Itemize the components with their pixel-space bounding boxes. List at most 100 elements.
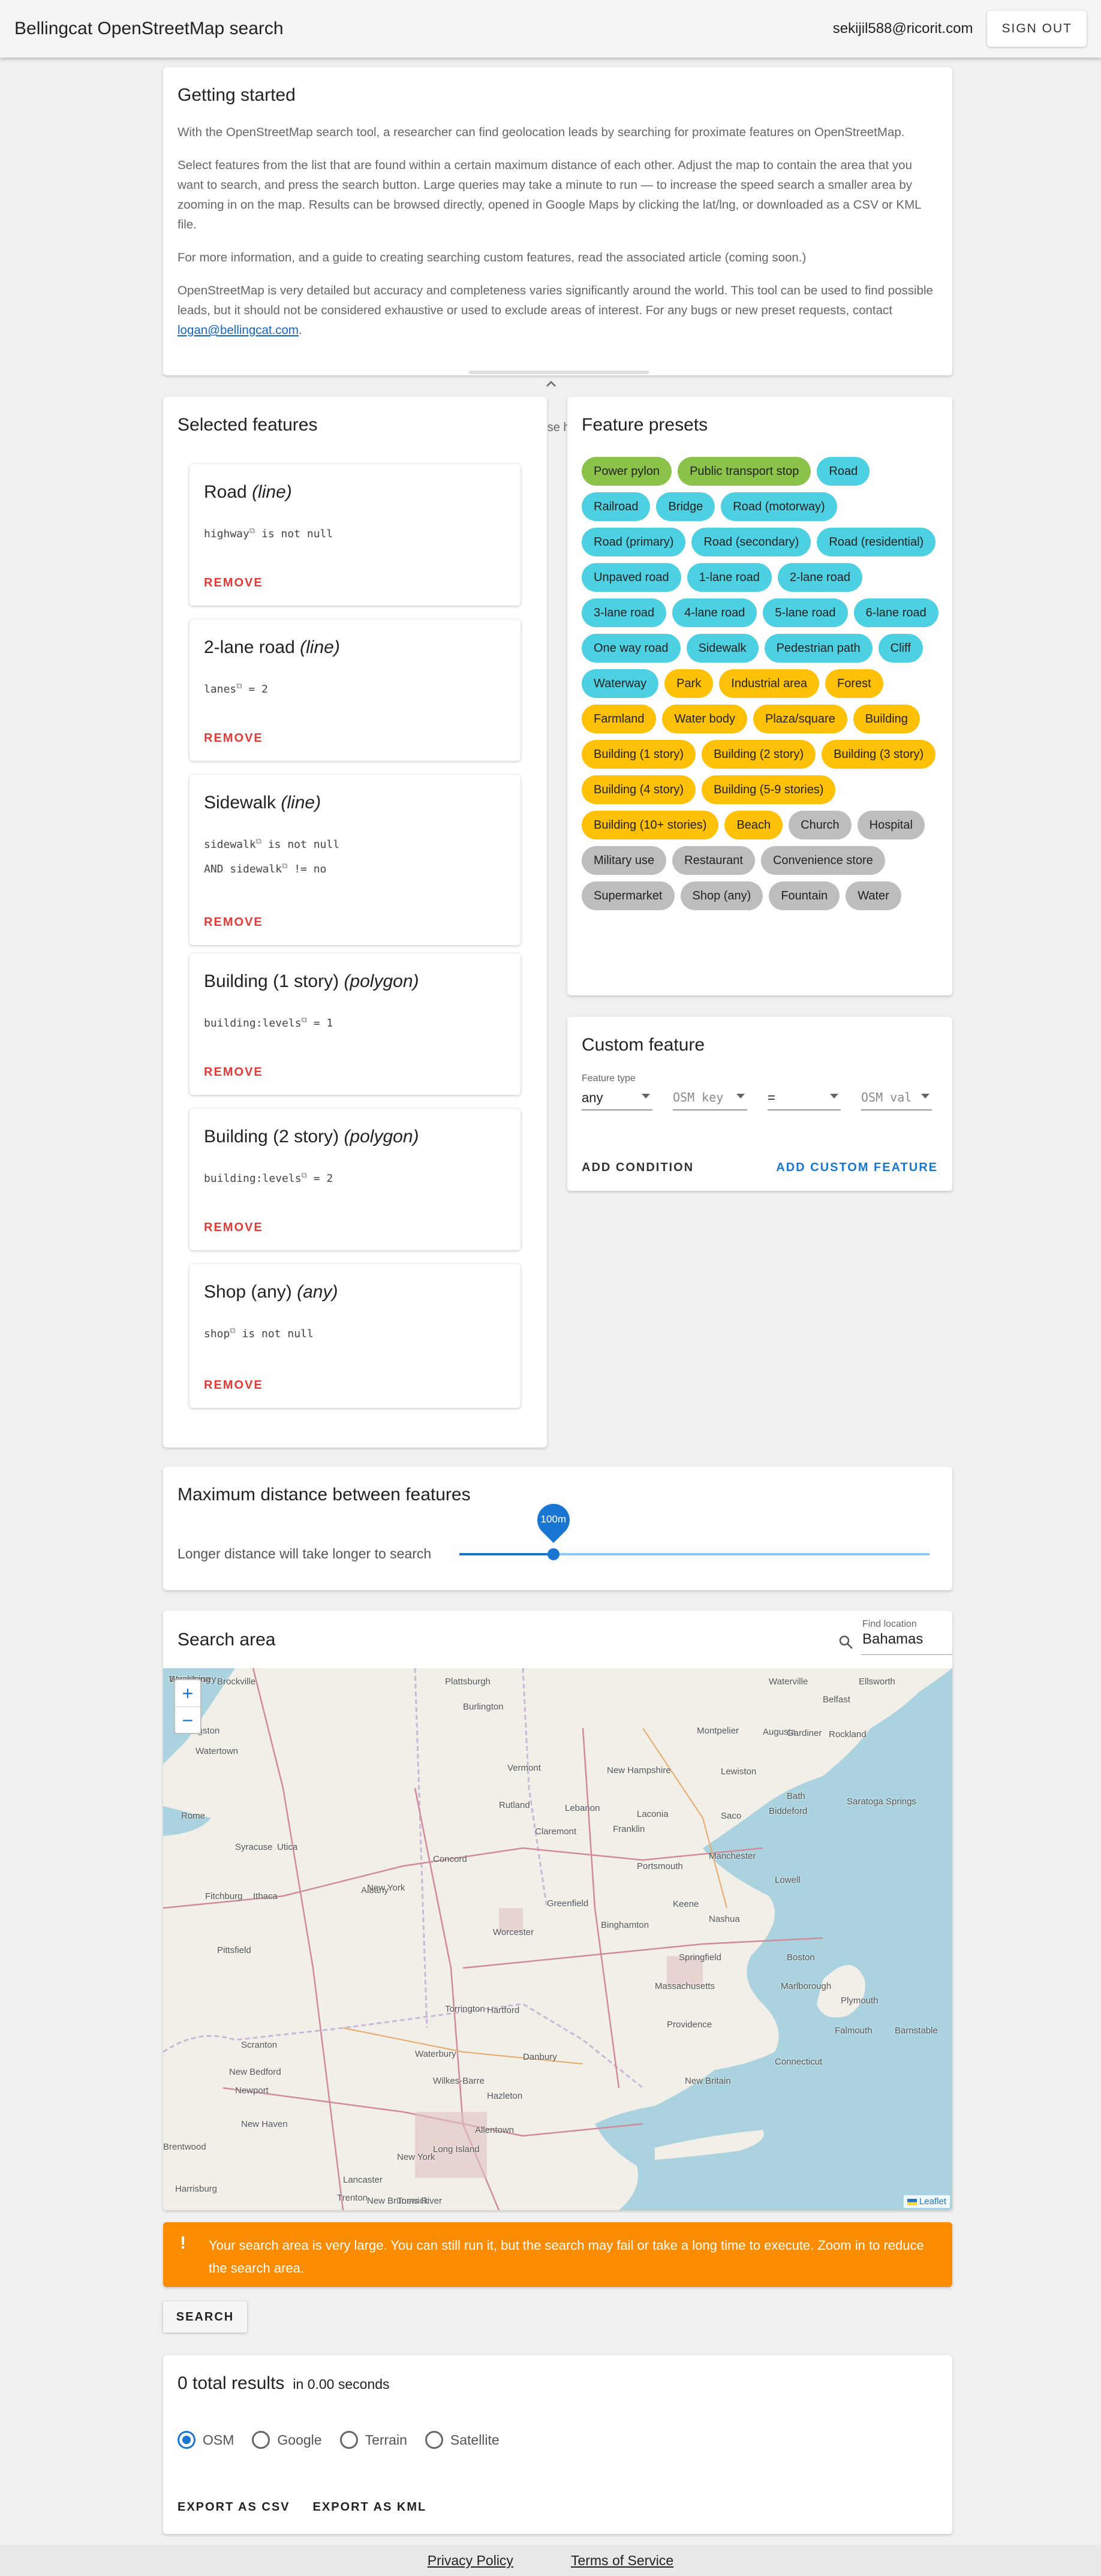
map-layer-radio-google[interactable]: Google <box>252 2431 322 2449</box>
sign-out-button[interactable]: SIGN OUT <box>987 11 1087 47</box>
osm-key-link[interactable]: shop <box>204 1328 230 1340</box>
distance-slider-track[interactable] <box>459 1553 929 1555</box>
osm-key-link[interactable]: sidewalk <box>204 838 256 851</box>
export-kml-button[interactable]: EXPORT AS KML <box>313 2500 427 2514</box>
external-link-icon[interactable]: ⧉ <box>282 862 287 871</box>
preset-chip[interactable]: Road (residential) <box>817 528 936 556</box>
preset-chip[interactable]: Shop (any) <box>680 881 763 910</box>
preset-chip[interactable]: Sidewalk <box>686 634 759 663</box>
zoom-out-button[interactable]: − <box>175 1707 200 1733</box>
leaflet-attribution[interactable]: Leaflet <box>903 2195 950 2208</box>
distance-slider-thumb[interactable] <box>547 1548 559 1560</box>
preset-chip[interactable]: 6-lane road <box>853 598 938 627</box>
map-place-label: Falmouth <box>835 2026 873 2036</box>
preset-chip[interactable]: Water body <box>662 705 748 733</box>
leaflet-link[interactable]: Leaflet <box>919 2196 946 2207</box>
preset-chip[interactable]: Road (primary) <box>582 528 686 556</box>
preset-chip[interactable]: Building (5-9 stories) <box>702 775 836 804</box>
map-place-label: Newport <box>235 2086 269 2096</box>
preset-chip[interactable]: Restaurant <box>672 846 755 875</box>
preset-chip[interactable]: Fountain <box>769 881 840 910</box>
preset-chip[interactable]: Water <box>846 881 901 910</box>
preset-chip[interactable]: 2-lane road <box>777 563 863 592</box>
search-button[interactable]: SEARCH <box>163 2301 247 2333</box>
remove-feature-button[interactable]: REMOVE <box>204 1379 263 1392</box>
preset-chip[interactable]: Cliff <box>878 634 923 663</box>
condition-text: is not null <box>261 838 340 851</box>
external-link-icon[interactable]: ⧉ <box>230 1326 235 1335</box>
preset-chip[interactable]: 1-lane road <box>687 563 772 592</box>
map-layer-radio-osm[interactable]: OSM <box>178 2431 234 2449</box>
remove-feature-button[interactable]: REMOVE <box>204 1066 263 1079</box>
preset-chip[interactable]: Building (2 story) <box>702 740 816 769</box>
preset-chip[interactable]: 3-lane road <box>582 598 667 627</box>
feature-type-select[interactable]: any <box>582 1087 652 1111</box>
preset-chip[interactable]: Road <box>817 457 870 486</box>
preset-chip[interactable]: Beach <box>724 811 783 839</box>
preset-chip[interactable]: Pedestrian path <box>764 634 873 663</box>
chevron-up-icon[interactable] <box>546 375 556 391</box>
zoom-in-button[interactable]: + <box>175 1680 200 1707</box>
preset-chip[interactable]: Convenience store <box>760 846 885 875</box>
preset-chip[interactable]: Military use <box>582 846 667 875</box>
privacy-policy-link[interactable]: Privacy Policy <box>428 2553 513 2569</box>
preset-chip[interactable]: Bridge <box>656 492 715 521</box>
preset-chip[interactable]: Power pylon <box>582 457 672 486</box>
radio-circle-icon[interactable] <box>178 2431 195 2449</box>
close-help-bar[interactable] <box>469 371 649 374</box>
preset-chip[interactable]: Building <box>853 705 920 733</box>
operator-select[interactable]: = <box>768 1087 841 1111</box>
preset-chip[interactable]: Building (4 story) <box>582 775 696 804</box>
add-condition-button[interactable]: ADD CONDITION <box>582 1161 694 1175</box>
external-link-icon[interactable]: ⧉ <box>256 837 261 846</box>
remove-feature-button[interactable]: REMOVE <box>204 576 263 590</box>
external-link-icon[interactable]: ⧉ <box>249 526 255 535</box>
find-location-input[interactable]: Bahamas <box>861 1631 952 1655</box>
preset-chip[interactable]: Building (1 story) <box>582 740 696 769</box>
preset-chip[interactable]: One way road <box>582 634 681 663</box>
map-place-label: Saratoga Springs <box>847 1796 916 1807</box>
remove-feature-button[interactable]: REMOVE <box>204 1221 263 1235</box>
external-link-icon[interactable]: ⧉ <box>302 1171 307 1180</box>
preset-chip[interactable]: Railroad <box>582 492 651 521</box>
remove-feature-button[interactable]: REMOVE <box>204 916 263 929</box>
preset-chip[interactable]: Road (motorway) <box>721 492 837 521</box>
preset-chip[interactable]: Unpaved road <box>582 563 681 592</box>
external-link-icon[interactable]: ⧉ <box>302 1016 307 1025</box>
contact-email-link[interactable]: logan@bellingcat.com <box>178 323 299 337</box>
map-place-label: Rome <box>181 1811 206 1821</box>
search-area-map[interactable]: Brockville Plattsburgh Waterville Belfast El… <box>163 1668 952 2210</box>
preset-chip[interactable]: Waterway <box>582 669 659 698</box>
map-place-label: Allentown <box>475 2125 515 2135</box>
preset-chip[interactable]: Hospital <box>857 811 925 839</box>
preset-chip[interactable]: Forest <box>825 669 883 698</box>
osm-key-link[interactable]: highway <box>204 528 249 540</box>
preset-chip[interactable]: Plaza/square <box>753 705 847 733</box>
preset-chip[interactable]: Supermarket <box>582 881 675 910</box>
preset-chip[interactable]: Public transport stop <box>678 457 811 486</box>
preset-chip[interactable]: Industrial area <box>719 669 820 698</box>
osm-key-select[interactable]: OSM key <box>673 1087 747 1111</box>
preset-chip[interactable]: Building (3 story) <box>822 740 936 769</box>
map-layer-radio-terrain[interactable]: Terrain <box>339 2431 407 2449</box>
preset-chip[interactable]: Building (10+ stories) <box>582 811 719 839</box>
add-custom-feature-button[interactable]: ADD CUSTOM FEATURE <box>776 1161 938 1175</box>
preset-chip[interactable]: 4-lane road <box>672 598 757 627</box>
osm-key-link[interactable]: lanes <box>204 683 236 696</box>
osm-key-link[interactable]: building:levels <box>204 1172 302 1185</box>
remove-feature-button[interactable]: REMOVE <box>204 732 263 745</box>
preset-chip[interactable]: Church <box>789 811 852 839</box>
radio-circle-icon[interactable] <box>425 2431 443 2449</box>
preset-chip[interactable]: Park <box>664 669 714 698</box>
preset-chip[interactable]: Road (secondary) <box>691 528 811 556</box>
preset-chip[interactable]: 5-lane road <box>763 598 848 627</box>
osm-key-link[interactable]: sidewalk <box>230 863 282 875</box>
preset-chip[interactable]: Farmland <box>582 705 657 733</box>
radio-circle-icon[interactable] <box>339 2431 358 2449</box>
export-csv-button[interactable]: EXPORT AS CSV <box>178 2500 290 2514</box>
map-layer-radio-satellite[interactable]: Satellite <box>425 2431 500 2449</box>
radio-circle-icon[interactable] <box>252 2431 270 2449</box>
osm-value-input[interactable]: OSM val <box>861 1087 932 1111</box>
terms-of-service-link[interactable]: Terms of Service <box>571 2553 673 2569</box>
osm-key-link[interactable]: building:levels <box>204 1017 302 1030</box>
